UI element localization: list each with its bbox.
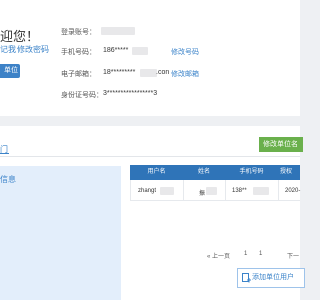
table-border bbox=[130, 180, 131, 201]
email-label: 电子邮箱： bbox=[61, 71, 96, 78]
add-user-icon bbox=[242, 273, 251, 283]
pagination-prev[interactable]: « 上一页 bbox=[207, 251, 230, 260]
pagination-current-page[interactable]: 1 bbox=[244, 251, 247, 257]
profile-card bbox=[0, 0, 300, 116]
pagination-next[interactable]: 下一 bbox=[287, 251, 299, 260]
unit-info-panel bbox=[0, 166, 121, 300]
section-title-underline bbox=[0, 153, 9, 154]
unit-button[interactable]: 单位 bbox=[0, 64, 20, 78]
change-password-link[interactable]: 修改密码 bbox=[17, 44, 49, 55]
modify-unit-name-button[interactable]: 修改单位名 bbox=[259, 137, 303, 152]
cell-username-blurred bbox=[160, 187, 174, 195]
table-column-divider bbox=[278, 180, 279, 201]
email-value-blurred bbox=[140, 69, 157, 77]
cell-username: zhangt bbox=[138, 188, 157, 194]
change-phone-link[interactable]: 修改号码 bbox=[171, 47, 199, 57]
phone-label: 手机号码： bbox=[61, 49, 96, 56]
table-column-divider bbox=[183, 180, 184, 201]
add-unit-user-label: 添加单位用户 bbox=[252, 274, 294, 281]
cell-name-blurred bbox=[206, 187, 217, 195]
id-number-value: 3*****************3 bbox=[103, 90, 158, 97]
table-column-divider bbox=[225, 180, 226, 201]
phone-value: 186***** bbox=[103, 47, 129, 54]
table-header-phone: 手机号码 bbox=[239, 169, 264, 175]
unit-info-title: 信息 bbox=[0, 175, 16, 184]
cell-phone: 138** bbox=[232, 188, 247, 194]
add-unit-user-button[interactable]: 添加单位用户 bbox=[237, 268, 305, 288]
pagination-total-pages: 1 bbox=[259, 251, 263, 257]
cell-phone-blurred bbox=[253, 187, 269, 195]
section-divider bbox=[0, 156, 300, 157]
profile-link[interactable]: 记我 bbox=[0, 44, 16, 55]
cell-authorized: 2020- bbox=[285, 188, 301, 194]
table-header-username: 用户名 bbox=[147, 169, 166, 175]
login-account-value-blurred bbox=[101, 27, 135, 35]
email-value: 18********* bbox=[103, 69, 136, 76]
change-email-link[interactable]: 修改邮箱 bbox=[171, 69, 199, 79]
email-suffix: .con bbox=[156, 69, 170, 76]
id-number-label: 身份证号码： bbox=[61, 92, 103, 99]
phone-value-blurred bbox=[132, 47, 148, 55]
table-header-name: 姓名 bbox=[197, 169, 210, 175]
table-header-authorized: 授权 bbox=[280, 169, 293, 175]
login-account-label: 登录账号： bbox=[61, 29, 96, 36]
cell-name: 振 bbox=[199, 191, 206, 197]
welcome-text: 迎您！ bbox=[0, 29, 40, 44]
